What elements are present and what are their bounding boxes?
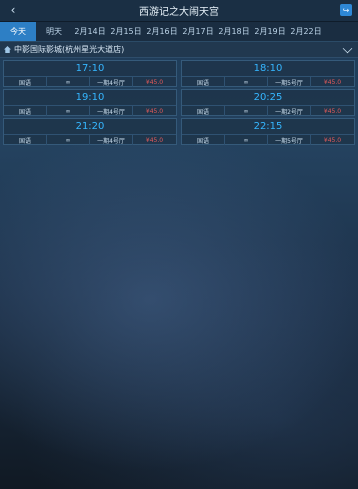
showtime-language: 国语 — [4, 106, 47, 116]
showtime-card[interactable]: 19:10 国语 ∞ 一期4号厅 ¥45.0 — [3, 89, 177, 116]
page-title: 西游记之大闹天宫 — [139, 7, 219, 18]
header-bar: ‹ 西游记之大闹天宫 ↪ — [0, 0, 358, 22]
showtime-info: 国语 ∞ 一期4号厅 ¥45.0 — [4, 105, 176, 116]
showtime-card[interactable]: 20:25 国语 ∞ 一期2号厅 ¥45.0 — [181, 89, 355, 116]
share-icon: ↪ — [342, 5, 350, 15]
showtime-language: 国语 — [182, 77, 225, 87]
showtime-info: 国语 ∞ 一期4号厅 ¥45.0 — [4, 134, 176, 145]
showtime-time: 19:10 — [75, 92, 105, 103]
showtime-time: 21:20 — [75, 121, 105, 132]
showtime-card[interactable]: 22:15 国语 ∞ 一期5号厅 ¥45.0 — [181, 118, 355, 145]
showtime-hall: 一期4号厅 — [90, 135, 133, 145]
cinema-selector[interactable]: 中影国际影城(杭州星光大道店) — [0, 42, 358, 58]
date-tab-today[interactable]: 今天 — [0, 22, 36, 41]
showtime-card[interactable]: 18:10 国语 ∞ 一期5号厅 ¥45.0 — [181, 60, 355, 87]
showtime-format: ∞ — [225, 106, 268, 116]
date-tabs: 今天 明天 2月14日 2月15日 2月16日 2月17日 2月18日 2月19… — [0, 22, 358, 42]
showtime-info: 国语 ∞ 一期5号厅 ¥45.0 — [182, 76, 354, 87]
showtime-hall: 一期5号厅 — [268, 77, 311, 87]
showtime-hall: 一期5号厅 — [268, 135, 311, 145]
date-tab-feb18[interactable]: 2月18日 — [216, 22, 252, 41]
cinema-name: 中影国际影城(杭州星光大道店) — [14, 45, 125, 54]
showtime-card[interactable]: 21:20 国语 ∞ 一期4号厅 ¥45.0 — [3, 118, 177, 145]
showtime-time: 18:10 — [253, 63, 283, 74]
showtime-price: ¥45.0 — [145, 78, 164, 86]
showtime-price: ¥45.0 — [323, 107, 342, 115]
home-icon — [4, 46, 11, 53]
chevron-down-icon[interactable] — [342, 43, 353, 54]
date-tab-feb17[interactable]: 2月17日 — [180, 22, 216, 41]
showtime-format: ∞ — [225, 77, 268, 87]
showtime-time: 17:10 — [75, 63, 105, 74]
chevron-left-icon: ‹ — [10, 3, 16, 17]
showtime-price: ¥45.0 — [145, 136, 164, 144]
showtime-hall: 一期4号厅 — [90, 77, 133, 87]
showtime-language: 国语 — [182, 135, 225, 145]
back-button[interactable]: ‹ — [6, 3, 20, 17]
date-tab-feb14[interactable]: 2月14日 — [72, 22, 108, 41]
showtime-language: 国语 — [182, 106, 225, 116]
showtime-info: 国语 ∞ 一期4号厅 ¥45.0 — [4, 76, 176, 87]
showtime-time: 20:25 — [253, 92, 283, 103]
date-tab-feb19[interactable]: 2月19日 — [252, 22, 288, 41]
showtime-format: ∞ — [47, 77, 90, 87]
showtime-hall: 一期2号厅 — [268, 106, 311, 116]
showtime-price: ¥45.0 — [323, 78, 342, 86]
showtime-price: ¥45.0 — [145, 107, 164, 115]
date-tab-feb15[interactable]: 2月15日 — [108, 22, 144, 41]
showtime-info: 国语 ∞ 一期5号厅 ¥45.0 — [182, 134, 354, 145]
showtime-format: ∞ — [47, 135, 90, 145]
showtime-price: ¥45.0 — [323, 136, 342, 144]
showtime-grid: 17:10 国语 ∞ 一期4号厅 ¥45.0 18:10 国语 ∞ 一期5号厅 … — [3, 60, 355, 145]
share-button[interactable]: ↪ — [340, 4, 352, 16]
showtime-format: ∞ — [47, 106, 90, 116]
date-tab-feb16[interactable]: 2月16日 — [144, 22, 180, 41]
date-tab-feb22[interactable]: 2月22日 — [288, 22, 324, 41]
date-tab-tomorrow[interactable]: 明天 — [36, 22, 72, 41]
showtime-hall: 一期4号厅 — [90, 106, 133, 116]
showtime-language: 国语 — [4, 135, 47, 145]
showtime-time: 22:15 — [253, 121, 283, 132]
showtime-info: 国语 ∞ 一期2号厅 ¥45.0 — [182, 105, 354, 116]
showtime-format: ∞ — [225, 135, 268, 145]
showtime-card[interactable]: 17:10 国语 ∞ 一期4号厅 ¥45.0 — [3, 60, 177, 87]
showtime-language: 国语 — [4, 77, 47, 87]
